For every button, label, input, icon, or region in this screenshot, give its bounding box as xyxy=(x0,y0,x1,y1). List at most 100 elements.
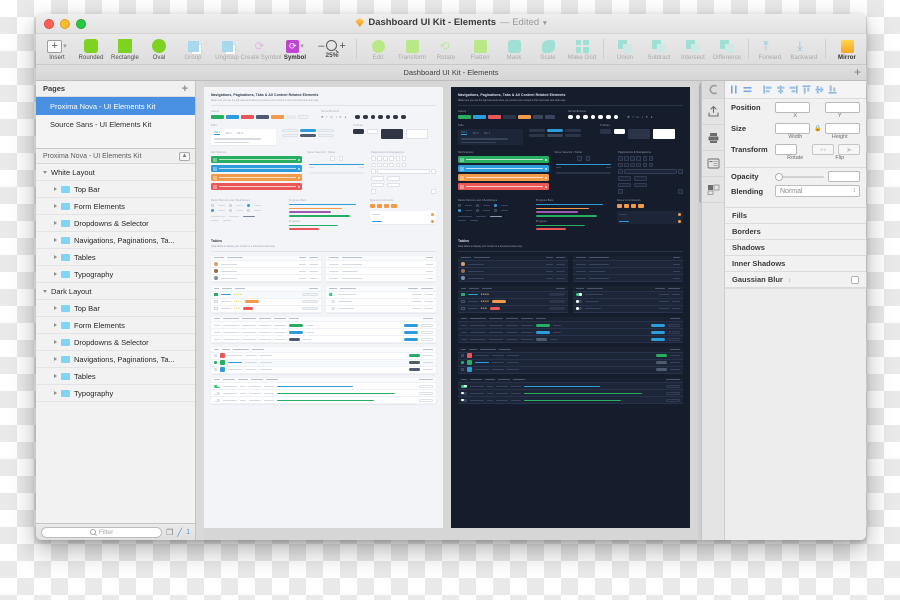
notification-info[interactable] xyxy=(211,165,303,173)
toggle-switch[interactable] xyxy=(329,307,335,311)
chevron-down-icon[interactable]: ▾ xyxy=(63,42,67,50)
table-avatars[interactable] xyxy=(458,347,683,374)
close-icon[interactable] xyxy=(545,167,548,170)
transform-rotate-input[interactable] xyxy=(775,144,797,155)
toolbar-item-union[interactable]: Union xyxy=(608,38,642,61)
chevron-right-icon[interactable] xyxy=(54,204,57,208)
flip-horizontal-icon[interactable]: ⇿ xyxy=(812,144,834,155)
table-toggle[interactable] xyxy=(326,286,436,313)
layer-item-navigations-dark[interactable]: Navigations, Paginations, Ta... xyxy=(36,351,195,368)
align-center-icon[interactable] xyxy=(775,84,786,95)
pages-list[interactable]: Proxima Nova - UI Elements Kit Source Sa… xyxy=(36,97,195,149)
toggle-switch[interactable] xyxy=(329,300,335,304)
close-icon[interactable] xyxy=(298,185,301,188)
table-toggle[interactable] xyxy=(573,286,683,313)
add-page-button[interactable]: + xyxy=(182,83,188,94)
section-shadows[interactable]: Shadows xyxy=(725,240,866,256)
chevron-down-icon[interactable] xyxy=(43,289,47,293)
toolbar-item-rotate[interactable]: ⟲ Rotate xyxy=(429,38,463,61)
chevron-right-icon[interactable] xyxy=(54,306,57,310)
table-simple-right[interactable] xyxy=(573,255,683,283)
toolbar-item-mirror[interactable]: Mirror xyxy=(830,38,864,61)
close-icon[interactable] xyxy=(545,185,548,188)
layer-item-typography[interactable]: Typography xyxy=(36,266,195,283)
section-borders[interactable]: Borders xyxy=(725,224,866,240)
chevron-down-icon[interactable] xyxy=(43,170,47,174)
chevron-down-icon[interactable]: ▾ xyxy=(300,42,304,50)
layer-item-form-elements[interactable]: Form Elements xyxy=(36,198,195,215)
canvas-area[interactable]: Navigations, Paginations, Tabs & All Con… xyxy=(196,81,701,540)
size-height-input[interactable] xyxy=(825,123,860,134)
section-inner-shadows[interactable]: Inner Shadows xyxy=(725,256,866,272)
layers-list[interactable]: White Layout Top Bar Form Elements Dropd… xyxy=(36,164,195,523)
tabs-card[interactable]: Tab 1 Tab 2 Tab 3 xyxy=(211,129,277,146)
align-bottom-icon[interactable] xyxy=(827,84,838,95)
tab-document[interactable]: Dashboard UI Kit - Elements xyxy=(403,68,498,77)
alignment-toolbar[interactable] xyxy=(725,81,866,99)
toolbar-item-rectangle[interactable]: Rectangle xyxy=(108,38,142,61)
layer-item-tables-dark[interactable]: Tables xyxy=(36,368,195,385)
toolbar-item-mask[interactable]: Mask xyxy=(497,38,531,61)
zoom-control[interactable]: – + 25% xyxy=(312,40,352,59)
layer-item-form-elements-dark[interactable]: Form Elements xyxy=(36,317,195,334)
chevron-down-icon[interactable]: ▾ xyxy=(543,19,547,27)
chevron-right-icon[interactable] xyxy=(54,340,57,344)
notification-warning[interactable] xyxy=(458,174,550,182)
zoom-out-button[interactable]: – xyxy=(318,40,324,52)
text-style-icon[interactable] xyxy=(702,151,724,177)
chevron-right-icon[interactable] xyxy=(54,238,57,242)
page-item-proxima-nova[interactable]: Proxima Nova - UI Elements Kit xyxy=(36,97,195,115)
duplicate-icon[interactable]: ❐ xyxy=(166,528,173,537)
toolbar-item-scale[interactable]: Scale xyxy=(531,38,565,61)
table-simple-left[interactable] xyxy=(458,255,568,283)
print-icon[interactable] xyxy=(702,125,724,151)
close-icon[interactable] xyxy=(298,176,301,179)
toolbar-item-cloud[interactable]: Cloud xyxy=(864,38,866,61)
new-tab-button[interactable]: + xyxy=(854,66,861,78)
toolbar-item-oval[interactable]: Oval xyxy=(142,38,176,61)
chevron-right-icon[interactable] xyxy=(54,374,57,378)
social-buttons[interactable]: ✤ f in t P ● xyxy=(321,114,436,120)
table-invoices[interactable] xyxy=(211,316,436,344)
toolbar-item-create-symbol[interactable]: ⟳ Create Symbol xyxy=(241,38,282,61)
size-width-input[interactable] xyxy=(775,123,810,134)
notification-error[interactable] xyxy=(211,183,303,191)
distribute-horizontal-icon[interactable] xyxy=(742,84,753,95)
table-projects[interactable] xyxy=(211,377,436,405)
layer-item-top-bar[interactable]: Top Bar xyxy=(36,181,195,198)
section-fills[interactable]: Fills xyxy=(725,208,866,224)
export-icon[interactable] xyxy=(702,99,724,125)
position-y-input[interactable] xyxy=(825,102,860,113)
table-invoices[interactable] xyxy=(458,316,683,344)
notification-warning[interactable] xyxy=(211,174,303,182)
table-simple-right[interactable] xyxy=(326,255,436,283)
align-right-icon[interactable] xyxy=(788,84,799,95)
layer-group-white-layout[interactable]: White Layout xyxy=(36,164,195,181)
toggle-switch[interactable] xyxy=(576,307,582,311)
table-rating[interactable]: ★★★★ ★★★★ ★★★ xyxy=(211,286,321,313)
section-gaussian-blur[interactable]: Gaussian Blur ↕ xyxy=(725,272,866,288)
toolbar-item-subtract[interactable]: Subtract xyxy=(642,38,676,61)
social-buttons[interactable]: ✤ f in t P ● xyxy=(568,114,683,120)
toolbar-item-forward[interactable]: ⤒ Forward xyxy=(753,38,787,61)
page-item-source-sans[interactable]: Source Sans - UI Elements Kit xyxy=(36,115,195,133)
notification-info[interactable] xyxy=(458,165,550,173)
toolbar-item-insert[interactable]: + ▾ Insert xyxy=(40,38,74,61)
table-avatars[interactable] xyxy=(211,347,436,374)
toggle-switch[interactable] xyxy=(576,293,582,297)
chevron-right-icon[interactable] xyxy=(54,272,57,276)
zoom-in-button[interactable]: + xyxy=(339,40,345,52)
align-left-icon[interactable] xyxy=(762,84,773,95)
toolbar-item-transform[interactable]: Transform xyxy=(395,38,429,61)
opacity-input[interactable] xyxy=(828,171,860,182)
toolbar-item-backward[interactable]: ⤓ Backward xyxy=(787,38,821,61)
toolbar-item-difference[interactable]: Difference xyxy=(710,38,744,61)
filter-input[interactable]: Filter xyxy=(41,526,163,538)
notification-success[interactable] xyxy=(458,156,550,164)
artboard-white-layout[interactable]: Navigations, Paginations, Tabs & All Con… xyxy=(204,87,443,528)
notification-success[interactable] xyxy=(211,156,303,164)
close-icon[interactable] xyxy=(545,176,548,179)
flip-vertical-icon[interactable]: ➤ xyxy=(838,144,860,155)
artboard-dark-layout[interactable]: Navigations, Paginations, Tabs & All Con… xyxy=(451,87,690,528)
align-vertical-icon[interactable] xyxy=(729,84,740,95)
